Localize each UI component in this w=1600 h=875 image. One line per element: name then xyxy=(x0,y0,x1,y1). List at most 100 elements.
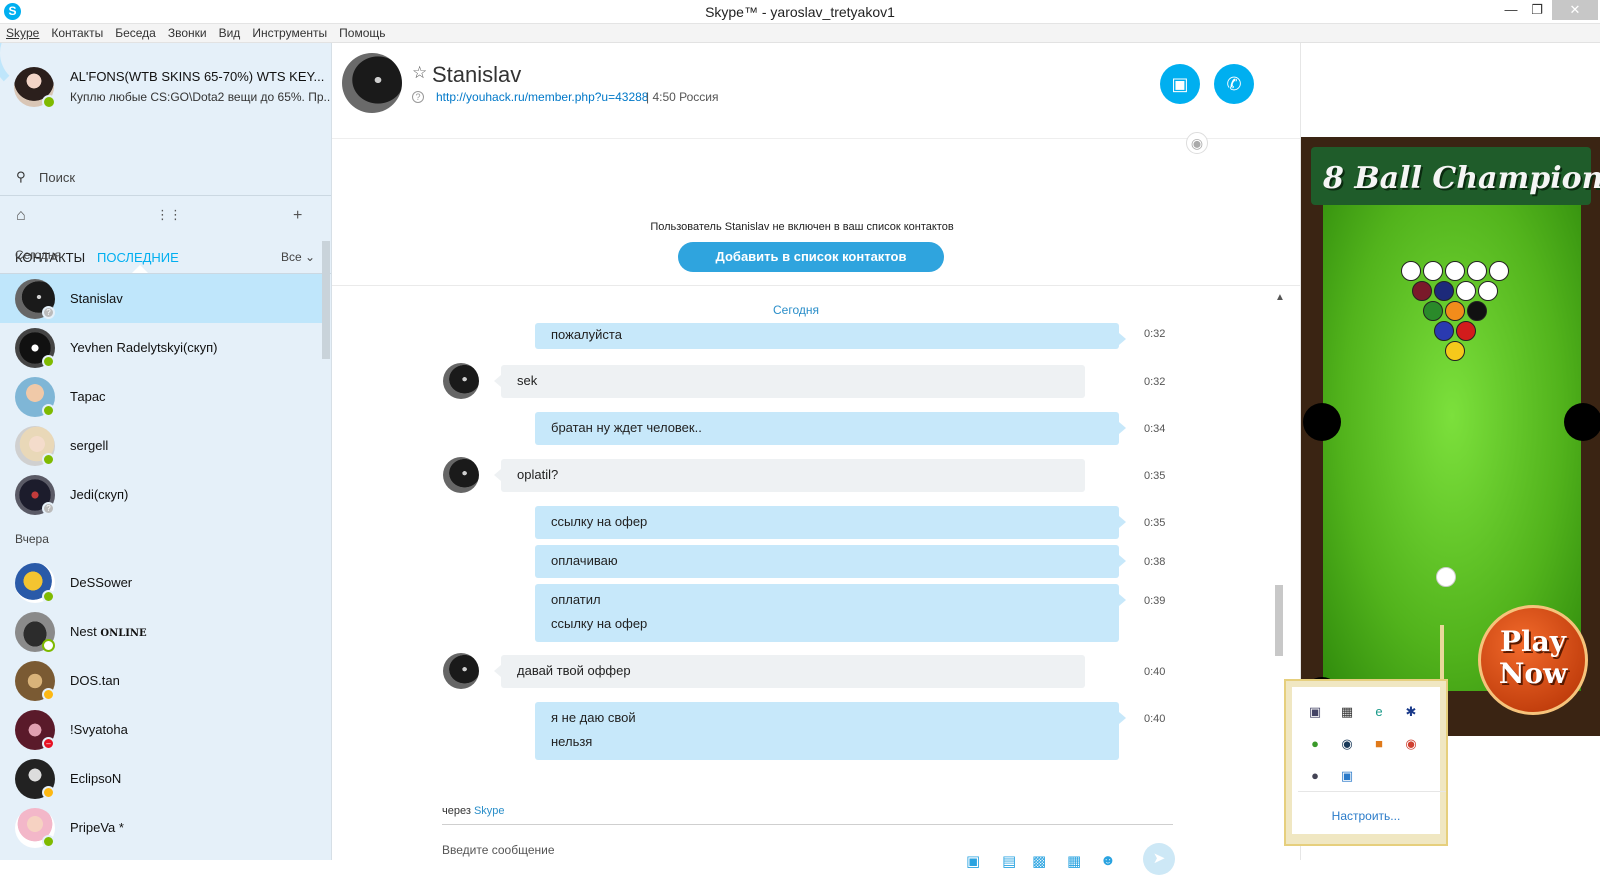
contact-item[interactable]: DeSSower xyxy=(0,558,322,607)
contact-item[interactable]: Yevhen Radelytskyi(скуп) xyxy=(0,323,322,372)
ad-banner[interactable]: 8 Ball Champion Play Now xyxy=(1301,137,1600,736)
send-photo-icon[interactable]: ▣ xyxy=(966,852,980,870)
message-time: 0:39 xyxy=(1144,595,1166,607)
sidebar-scrollbar[interactable] xyxy=(322,241,330,359)
menu-view[interactable]: Вид xyxy=(213,24,247,40)
message-bubble-outgoing[interactable]: ссылку на офер xyxy=(535,506,1126,539)
pool-ball xyxy=(1401,261,1421,281)
sidebar-toolbar: ⌂ ⋮⋮ + xyxy=(0,203,331,231)
close-button[interactable]: ✕ xyxy=(1552,0,1598,20)
chat-partner-name: Stanislav xyxy=(432,62,522,87)
sender-avatar[interactable] xyxy=(443,363,479,399)
send-contact-icon[interactable]: ▦ xyxy=(1067,852,1081,870)
network-icon[interactable]: ▦ xyxy=(1338,703,1356,721)
pocket xyxy=(1564,403,1600,441)
contact-item[interactable]: ? Jedi(скуп) xyxy=(0,470,322,519)
app-icon[interactable]: ■ xyxy=(1370,735,1388,753)
pocket xyxy=(1303,403,1341,441)
contact-item[interactable]: PripeVa * xyxy=(0,803,322,852)
contact-item[interactable]: ? Stanislav xyxy=(0,274,322,323)
globe-icon[interactable]: ◉ xyxy=(1186,132,1208,154)
display-icon[interactable]: ▣ xyxy=(1338,767,1356,785)
home-icon[interactable]: ⌂ xyxy=(16,207,26,225)
contact-name: Nest ONLINE xyxy=(70,624,147,639)
add-icon[interactable]: + xyxy=(293,207,302,225)
via-app[interactable]: Skype xyxy=(474,805,505,817)
contact-name: DOS.tan xyxy=(70,673,120,688)
menu-contacts[interactable]: Контакты xyxy=(45,24,109,40)
voice-call-icon: ✆ xyxy=(1226,74,1242,94)
busy-status-icon: – xyxy=(42,737,55,750)
profile-header[interactable]: AL'FONS(WTB SKINS 65-70%) WTS KEY... Куп… xyxy=(0,43,332,121)
message-scrollbar[interactable]: ▲ xyxy=(1272,286,1286,666)
chrome-icon[interactable]: ◉ xyxy=(1402,735,1420,753)
contact-item[interactable]: DOS.tan xyxy=(0,656,322,705)
antivirus-icon[interactable]: e xyxy=(1370,703,1388,721)
minimize-button[interactable]: — xyxy=(1498,0,1524,20)
not-in-contacts-notice: Пользователь Stanislav не включен в ваш … xyxy=(650,221,954,233)
profile-name: AL'FONS(WTB SKINS 65-70%) WTS KEY... xyxy=(70,69,325,84)
send-file-icon[interactable]: ▤ xyxy=(1002,852,1016,870)
contact-name: Jedi(скуп) xyxy=(70,487,129,502)
add-to-contacts-button[interactable]: Добавить в список контактов xyxy=(678,242,944,272)
message-bubble-incoming[interactable]: давай твой оффер xyxy=(494,655,1085,688)
menu-conversation[interactable]: Беседа xyxy=(109,24,162,40)
message-bubble-outgoing[interactable]: пожалуйста xyxy=(535,323,1126,349)
contact-item[interactable]: EclipsoN xyxy=(0,754,322,803)
pool-ball xyxy=(1445,341,1465,361)
message-bubble-outgoing[interactable]: оплачиваю xyxy=(535,545,1126,578)
menu-calls[interactable]: Звонки xyxy=(162,24,213,40)
day-separator: Сегодня xyxy=(773,303,819,317)
message-bubble-incoming[interactable]: oplatil? xyxy=(494,459,1085,492)
favorite-star-icon[interactable]: ☆ xyxy=(412,63,427,83)
contact-item[interactable]: Тарас xyxy=(0,372,322,421)
mood-link[interactable]: http://youhack.ru/member.php?u=43288 xyxy=(436,90,648,104)
lock-icon[interactable]: ● xyxy=(1306,767,1324,785)
scroll-up-icon[interactable]: ▲ xyxy=(1275,292,1285,303)
contact-item[interactable]: – !Svyatoha xyxy=(0,705,322,754)
tray-icons-panel: ▣ ▦ e ✱ ● ◉ ■ ◉ ● ▣ Настроить... xyxy=(1292,687,1446,834)
sender-avatar[interactable] xyxy=(443,653,479,689)
play-now-line1: Play xyxy=(1499,625,1567,658)
tab-recent[interactable]: ПОСЛЕДНИЕ xyxy=(97,250,179,265)
dialpad-icon[interactable]: ⋮⋮ xyxy=(156,207,182,223)
play-now-button[interactable]: Play Now xyxy=(1478,605,1588,715)
filter-dropdown[interactable]: Все ⌄ xyxy=(281,250,315,264)
steam-icon[interactable]: ◉ xyxy=(1338,735,1356,753)
emoticon-icon[interactable]: ☻ xyxy=(1100,852,1116,869)
evernote-icon[interactable]: ● xyxy=(1306,735,1324,753)
maximize-button[interactable]: ❐ xyxy=(1524,0,1550,20)
profile-mood: Куплю любые CS:GO\Dota2 вещи до 65%. Пр.… xyxy=(70,90,332,104)
monitor-icon[interactable]: ▣ xyxy=(1306,703,1324,721)
ad-title: 8 Ball Champion xyxy=(1323,161,1600,196)
contact-item[interactable]: Nest ONLINE xyxy=(0,607,322,656)
message-input[interactable]: Введите сообщение xyxy=(442,843,555,857)
message-bubble-outgoing[interactable]: братан ну ждет человек.. xyxy=(535,412,1126,445)
search-box[interactable]: ⚲ Поиск xyxy=(0,160,331,196)
sender-avatar[interactable] xyxy=(443,457,479,493)
configure-link[interactable]: Настроить... xyxy=(1292,809,1440,823)
chat-partner-avatar[interactable] xyxy=(342,53,402,113)
voice-call-button[interactable]: ✆ xyxy=(1214,64,1254,104)
contact-name-suffix: ONLINE xyxy=(100,628,147,639)
conversation-header: ☆ Stanislav ? http://youhack.ru/member.p… xyxy=(332,43,1300,139)
menu-skype[interactable]: Skype xyxy=(0,24,45,40)
online-status-icon xyxy=(42,835,55,848)
scroll-thumb[interactable] xyxy=(1275,585,1283,656)
online-status-icon xyxy=(42,355,55,368)
bluetooth-icon[interactable]: ✱ xyxy=(1402,703,1420,721)
message-bubble-incoming[interactable]: sek xyxy=(494,365,1085,398)
contact-name: DeSSower xyxy=(70,575,133,590)
message-bubble-outgoing[interactable]: оплатил ссылку на офер xyxy=(535,584,1126,642)
pool-ball xyxy=(1456,321,1476,341)
video-call-button[interactable]: ▣ xyxy=(1160,64,1200,104)
contact-item[interactable]: sergell xyxy=(0,421,322,470)
message-text: оплатил xyxy=(551,592,601,607)
send-button[interactable]: ➤ xyxy=(1143,843,1175,875)
menu-tools[interactable]: Инструменты xyxy=(246,24,333,40)
message-bubble-outgoing[interactable]: я не даю свой нельзя xyxy=(535,702,1126,760)
search-label: Поиск xyxy=(39,170,76,185)
section-yesterday: Вчера xyxy=(15,532,49,546)
video-message-icon[interactable]: ▩ xyxy=(1032,852,1046,870)
menu-help[interactable]: Помощь xyxy=(333,24,391,40)
